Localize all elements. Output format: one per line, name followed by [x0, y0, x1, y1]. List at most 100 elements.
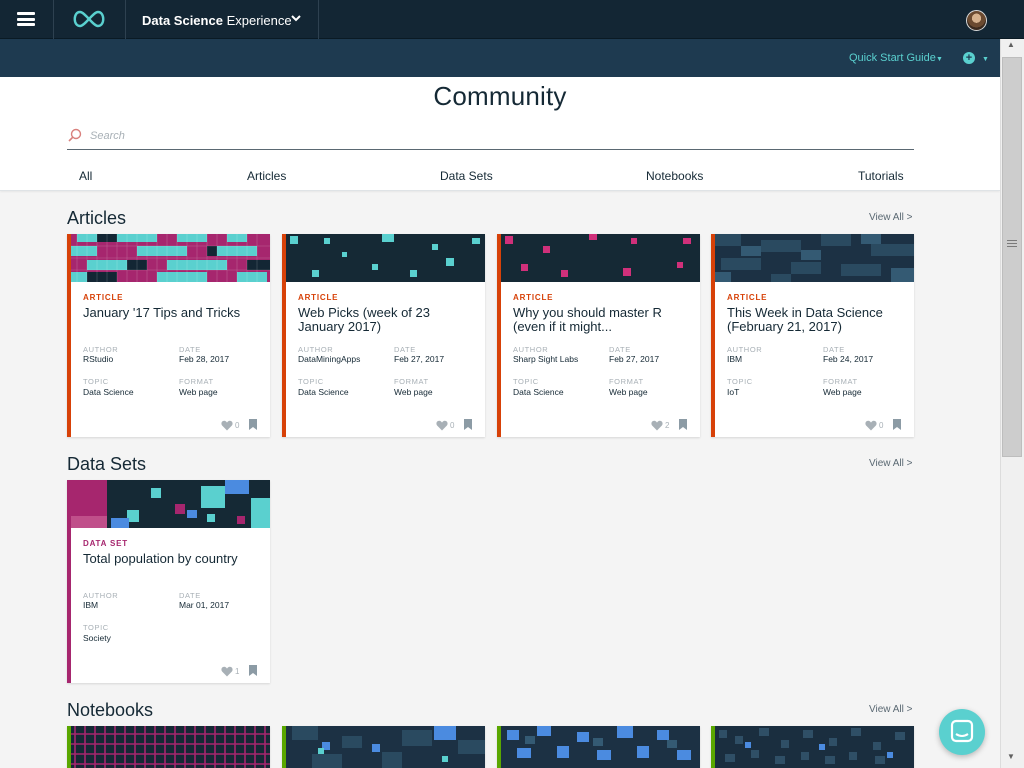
card-title[interactable]: Total population by country — [83, 552, 263, 566]
bookmark-icon[interactable] — [249, 665, 257, 676]
heart-icon[interactable] — [651, 420, 663, 431]
date-label: DATE — [609, 345, 631, 354]
view-all-articles-link[interactable]: View All > — [869, 212, 912, 223]
topic-label: TOPIC — [83, 623, 109, 632]
topic-value: Data Science — [83, 387, 134, 397]
user-avatar[interactable] — [966, 10, 987, 31]
search-input[interactable] — [90, 127, 910, 145]
heart-icon[interactable] — [865, 420, 877, 431]
search-underline — [67, 149, 914, 150]
heart-icon[interactable] — [221, 666, 233, 677]
caret-down-icon[interactable]: ▼ — [982, 56, 989, 63]
format-label: FORMAT — [179, 377, 214, 386]
article-card[interactable]: ARTICLE January '17 Tips and Tricks AUTH… — [67, 234, 270, 437]
divider — [53, 0, 54, 39]
chevron-down-icon[interactable] — [290, 13, 302, 23]
card-banner-image — [282, 726, 485, 768]
scrollbar-thumb[interactable] — [1002, 57, 1022, 457]
infinity-logo-icon[interactable] — [70, 9, 108, 29]
card-title[interactable]: January '17 Tips and Tricks — [83, 306, 263, 320]
author-label: AUTHOR — [298, 345, 334, 354]
card-banner-image — [711, 726, 914, 768]
view-all-notebooks-link[interactable]: View All > — [869, 704, 912, 715]
section-title-articles: Articles — [67, 208, 127, 228]
article-card[interactable]: ARTICLE Why you should master R (even if… — [497, 234, 700, 437]
date-value: Feb 27, 2017 — [394, 354, 445, 364]
divider — [125, 0, 126, 39]
card-banner-image — [67, 480, 270, 528]
card-type-stripe — [497, 726, 501, 768]
topic-label: TOPIC — [298, 377, 324, 386]
dataset-card[interactable]: DATA SET Total population by country AUT… — [67, 480, 270, 683]
date-label: DATE — [179, 345, 201, 354]
article-card[interactable]: ARTICLE This Week in Data Science (Febru… — [711, 234, 914, 437]
bookmark-icon[interactable] — [464, 419, 472, 430]
heart-icon[interactable] — [221, 420, 233, 431]
card-type-stripe — [282, 726, 286, 768]
divider — [318, 0, 319, 39]
like-count: 2 — [665, 421, 670, 430]
like-count: 0 — [879, 421, 884, 430]
card-banner-image — [67, 234, 270, 282]
filter-tab-articles[interactable]: Articles — [247, 169, 286, 183]
card-type-stripe — [497, 234, 501, 437]
author-value: RStudio — [83, 354, 114, 364]
author-label: AUTHOR — [727, 345, 763, 354]
filter-tab-all[interactable]: All — [79, 169, 92, 183]
like-count: 0 — [235, 421, 240, 430]
card-type-stripe — [711, 726, 715, 768]
like-count: 0 — [450, 421, 455, 430]
date-label: DATE — [823, 345, 845, 354]
topic-value: Society — [83, 633, 111, 643]
topic-value: Data Science — [513, 387, 564, 397]
card-type-stripe — [67, 726, 71, 768]
product-name-bold: Data Science — [142, 13, 223, 28]
author-label: AUTHOR — [83, 345, 119, 354]
author-label: AUTHOR — [513, 345, 549, 354]
format-value: Web page — [394, 387, 433, 397]
page-title: Community — [433, 81, 567, 111]
view-all-data-sets-link[interactable]: View All > — [869, 458, 912, 469]
caret-down-icon[interactable]: ▼ — [936, 56, 943, 63]
bookmark-icon[interactable] — [249, 419, 257, 430]
filter-tab-data-sets[interactable]: Data Sets — [440, 169, 493, 183]
article-card[interactable]: ARTICLE Web Picks (week of 23 January 20… — [282, 234, 485, 437]
filter-tab-notebooks[interactable]: Notebooks — [646, 169, 703, 183]
author-label: AUTHOR — [83, 591, 119, 600]
chat-support-button[interactable] — [939, 709, 985, 755]
chat-icon — [950, 719, 974, 743]
notebook-card[interactable] — [497, 726, 700, 768]
scroll-up-arrow-icon[interactable]: ▲ — [1007, 40, 1015, 49]
notebook-card[interactable] — [67, 726, 270, 768]
bookmark-icon[interactable] — [679, 419, 687, 430]
card-banner-image — [282, 234, 485, 282]
plus-circle-icon[interactable]: + — [963, 52, 975, 64]
heart-icon[interactable] — [436, 420, 448, 431]
card-type-stripe — [67, 480, 71, 683]
card-title[interactable]: Web Picks (week of 23 January 2017) — [298, 306, 478, 334]
format-label: FORMAT — [394, 377, 429, 386]
card-type-stripe — [67, 234, 71, 437]
format-label: FORMAT — [823, 377, 858, 386]
product-switcher[interactable]: Data Science Experience — [142, 13, 292, 28]
card-type-stripe — [711, 234, 715, 437]
bookmark-icon[interactable] — [893, 419, 901, 430]
card-title[interactable]: Why you should master R (even if it migh… — [513, 306, 693, 334]
topic-label: TOPIC — [83, 377, 109, 386]
card-type-stripe — [282, 234, 286, 437]
section-title-notebooks: Notebooks — [67, 700, 154, 720]
filter-tab-tutorials[interactable]: Tutorials — [858, 169, 904, 183]
format-value: Web page — [823, 387, 862, 397]
date-label: DATE — [179, 591, 201, 600]
notebook-card[interactable] — [282, 726, 485, 768]
notebook-card[interactable] — [711, 726, 914, 768]
section-title-data-sets: Data Sets — [67, 454, 147, 474]
card-type-label: ARTICLE — [83, 293, 124, 302]
card-banner-image — [67, 726, 270, 768]
hamburger-menu-icon[interactable] — [17, 12, 35, 26]
card-title[interactable]: This Week in Data Science (February 21, … — [727, 306, 907, 334]
author-value: DataMiningApps — [298, 354, 361, 364]
quick-start-guide-link[interactable]: Quick Start Guide — [849, 52, 936, 64]
author-value: IBM — [727, 354, 743, 364]
scroll-down-arrow-icon[interactable]: ▼ — [1007, 752, 1015, 761]
